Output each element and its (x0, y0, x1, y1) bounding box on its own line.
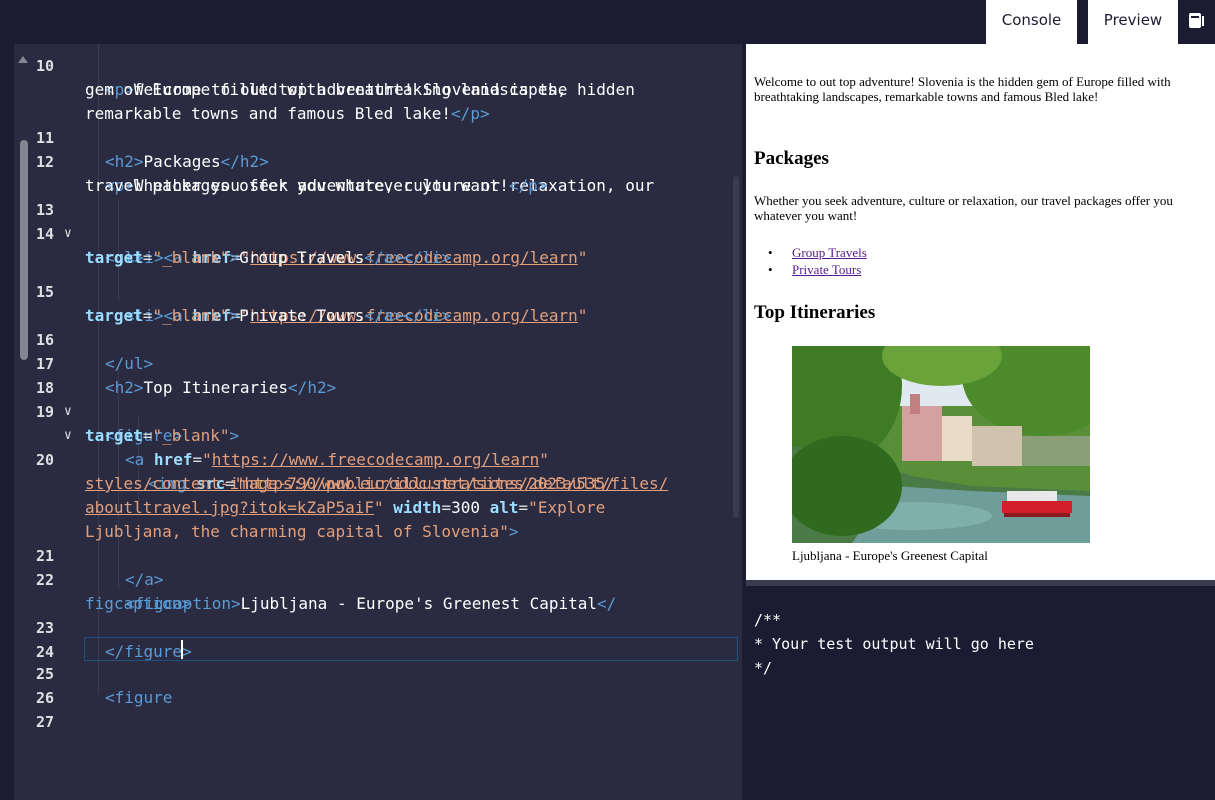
preview-link-group-travels[interactable]: Group Travels (792, 244, 867, 262)
code-line: 15 <li><a href="https://www.freecodecamp… (34, 256, 742, 325)
console-pane: /** * Your test output will go here */ (746, 586, 1215, 800)
preview-link-private-tours[interactable]: Private Tours (792, 261, 861, 279)
code-line-wrap: gem of Europe filled with breathtaking l… (85, 80, 567, 99)
code-line-active[interactable]: 25 <figure (34, 638, 742, 707)
tab-console[interactable]: Console (986, 0, 1077, 44)
code-line-wrap: target="_blank"> (85, 426, 240, 445)
code-line: 12 <p>Whether you seek adventure, cultur… (34, 126, 742, 195)
line-number: 27 (36, 713, 55, 731)
console-line: /** (754, 611, 782, 629)
code-line-wrap: target="_blank">Group Travels</a></li> (85, 248, 452, 267)
code-line: 20 <img src="https://www.eurodoc.net/sit… (34, 424, 742, 493)
code-line: 21 </a> (34, 520, 742, 589)
preview-packages-paragraph: Whether you seek adventure, culture or r… (754, 193, 1173, 223)
code-line-wrap: figcaption> (85, 594, 191, 613)
preview-packages-heading: Packages (754, 148, 829, 169)
ljubljana-photo-illustration (792, 346, 1090, 543)
code-line: 22 <figcaption>Ljubljana - Europe's Gree… (34, 544, 742, 613)
code-line: 13 ∨ <ul> (34, 174, 742, 267)
code-line-wrap: travel packages offer you whatever you w… (85, 176, 548, 195)
tab-preview[interactable]: Preview (1088, 0, 1178, 44)
console-line: */ (754, 659, 773, 677)
code-line: 18 ∨ <figure> (34, 352, 742, 445)
code-line-wrap: target="_blank">Private Tours</a></li> (85, 306, 452, 325)
code-line: 26 (34, 662, 742, 707)
code-line-wrap: styles/content-image-790/public/illustra… (85, 474, 615, 493)
outer-scroll-thumb[interactable] (20, 140, 28, 360)
preview-figcaption: Ljubljana - Europe's Greenest Capital (792, 548, 988, 563)
code-line-wrap: remarkable towns and famous Bled lake!</… (85, 104, 490, 123)
code-line-wrap: Ljubljana, the charming capital of Slove… (85, 522, 519, 541)
scroll-up-arrow-icon[interactable] (18, 56, 28, 63)
preview-itineraries-heading: Top Itineraries (754, 302, 876, 323)
code-line: 17 <h2>Top Itineraries</h2> (34, 328, 742, 397)
preview-top-strip (746, 44, 1215, 54)
editor-scroll-thumb[interactable] (733, 176, 739, 518)
code-line: 19 ∨ <a href="https://www.freecodecamp.o… (34, 376, 742, 469)
top-bar: Console Preview (0, 0, 1215, 44)
outer-scrollbar[interactable] (14, 44, 34, 800)
preview-pane: Welcome to out top adventure! Slovenia i… (746, 54, 1215, 580)
code-line-wrap: aboutltravel.jpg?itok=kZaP5aiF" width=30… (85, 498, 606, 517)
code-line: 27 (34, 686, 742, 731)
text-cursor (181, 640, 183, 659)
code-line: 10 <p>Welcome to out top adventure! Slov… (34, 44, 742, 99)
code-line: 14 <li><a href="https://www.freecodecamp… (34, 198, 742, 267)
code-line: 11 <h2>Packages</h2> (34, 102, 742, 171)
code-line: 23 </figure> (34, 592, 742, 661)
window-icon (1189, 13, 1204, 28)
ljubljana-photo[interactable] (792, 346, 1090, 543)
code-editor[interactable]: 10 <p>Welcome to out top adventure! Slov… (34, 44, 742, 800)
open-window-button[interactable] (1180, 0, 1215, 44)
code-line: 16 </ul> (34, 304, 742, 373)
console-line: * Your test output will go here (754, 635, 1034, 653)
preview-intro-paragraph: Welcome to out top adventure! Slovenia i… (754, 74, 1171, 104)
